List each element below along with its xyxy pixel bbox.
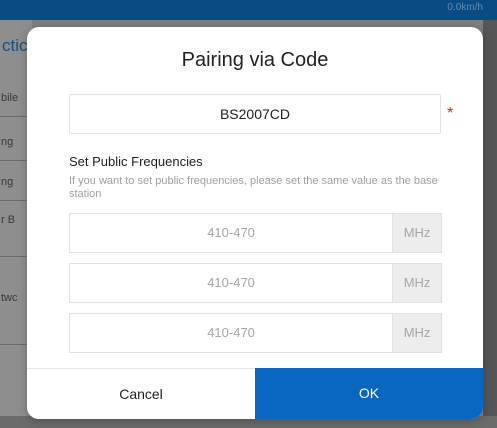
frequency-input[interactable]: 410-470: [69, 213, 393, 253]
ok-button[interactable]: OK: [255, 368, 483, 419]
required-marker: *: [447, 105, 454, 122]
section-title: Set Public Frequencies: [69, 154, 203, 169]
frequency-unit-label: MHz: [392, 213, 442, 253]
background-right-panel: [483, 20, 497, 416]
pairing-code-field[interactable]: BS2007CD: [69, 94, 441, 134]
cancel-button[interactable]: Cancel: [27, 368, 255, 419]
frequency-row: 410-470 MHz: [69, 263, 442, 303]
frequency-unit-label: MHz: [392, 263, 442, 303]
dialog-footer: Cancel OK: [27, 368, 483, 419]
frequency-row: 410-470 MHz: [69, 313, 442, 353]
frequency-row: 410-470 MHz: [69, 213, 442, 253]
section-hint: If you want to set public frequencies, p…: [69, 175, 438, 200]
speed-readout: 0.0km/h: [447, 2, 483, 13]
frequency-input[interactable]: 410-470: [69, 263, 393, 303]
dialog-title: Pairing via Code: [181, 49, 329, 71]
frequency-unit-label: MHz: [392, 313, 442, 353]
pairing-dialog: Pairing via Code BS2007CD * Set Public F…: [27, 27, 483, 419]
background-top-bar: 0.0km/h: [0, 0, 497, 20]
frequency-input[interactable]: 410-470: [69, 313, 393, 353]
